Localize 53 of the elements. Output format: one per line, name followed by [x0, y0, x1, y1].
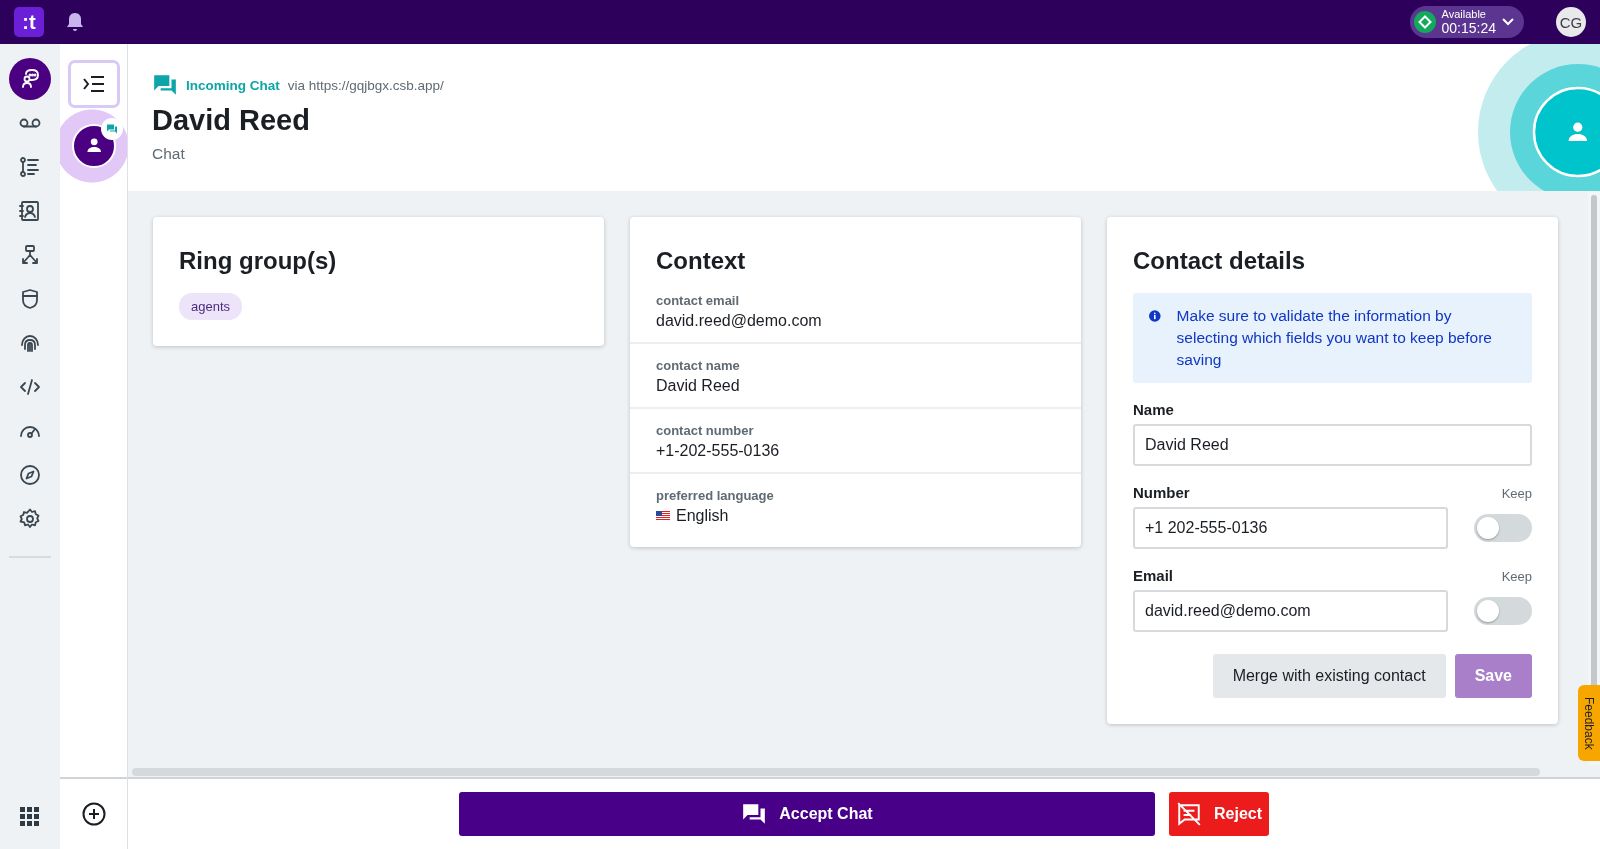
flag-icon	[656, 511, 670, 521]
keep-label: Keep	[1501, 569, 1532, 584]
field-label: contact name	[656, 358, 741, 373]
field-value: +1-202-555-0136	[656, 442, 780, 460]
card-title: Ring group(s)	[178, 246, 338, 275]
diamond-icon	[1417, 15, 1432, 29]
status-timer: 00:15:24	[1441, 21, 1496, 35]
status-selector[interactable]: Available 00:15:24	[1409, 6, 1524, 38]
ring-group-tag: agents	[179, 293, 243, 320]
keep-toggle[interactable]	[1474, 514, 1532, 542]
card-title: Context	[655, 246, 747, 275]
chevron-down-icon	[1502, 18, 1514, 26]
field-label: preferred language	[656, 488, 775, 503]
user-avatar[interactable]: CG	[1556, 7, 1586, 37]
collapse-menu-button[interactable]	[67, 60, 120, 108]
source-url: via https://gqjbgx.csb.app/	[287, 77, 444, 93]
keep-label: Keep	[1501, 486, 1532, 501]
queue-item[interactable]	[60, 108, 127, 184]
merge-button[interactable]: Merge with existing contact	[1212, 654, 1446, 698]
channel-type: Chat	[152, 145, 186, 163]
accept-chat-button[interactable]: Accept Chat	[459, 792, 1155, 836]
compass-icon	[18, 463, 42, 487]
list-icon	[18, 155, 42, 179]
field-label: contact number	[656, 423, 755, 438]
field-label: contact email	[656, 293, 741, 308]
contact-name: David Reed	[152, 104, 311, 137]
nav-item[interactable]	[9, 58, 51, 100]
menu-collapse-icon	[82, 76, 105, 92]
card-title: Contact details	[1133, 246, 1307, 275]
field-label: Name	[1133, 401, 1174, 418]
app-logo[interactable]: :t	[14, 7, 44, 37]
add-icon[interactable]	[81, 802, 106, 826]
text-input[interactable]: David Reed	[1133, 424, 1532, 466]
chat-off-icon	[1176, 801, 1202, 827]
reject-button[interactable]: Reject	[1169, 792, 1269, 836]
field-value: English	[676, 507, 729, 525]
channel-label: Incoming Chat	[186, 77, 280, 93]
notice-text: Make sure to validate the information by selecting which fields you want to keep before saving	[1176, 306, 1493, 370]
horizontal-scrollbar[interactable]	[128, 765, 1600, 777]
chat-badge-icon	[100, 118, 123, 140]
field-label: Email	[1133, 567, 1174, 584]
settings-icon	[18, 507, 42, 531]
status-label: Available	[1441, 9, 1487, 20]
notification-bell-icon[interactable]	[66, 12, 84, 32]
field-value: David Reed	[656, 377, 740, 395]
feedback-tab[interactable]: Feedback	[1578, 685, 1600, 761]
field-label: Number	[1133, 484, 1190, 501]
text-input[interactable]: +1 202-555-0136	[1133, 507, 1448, 549]
keep-toggle[interactable]	[1474, 597, 1532, 625]
apps-grid-icon[interactable]	[20, 807, 40, 827]
field-value: david.reed@demo.com	[656, 312, 822, 330]
text-input[interactable]: david.reed@demo.com	[1133, 590, 1448, 632]
contact-book-icon	[18, 199, 42, 223]
